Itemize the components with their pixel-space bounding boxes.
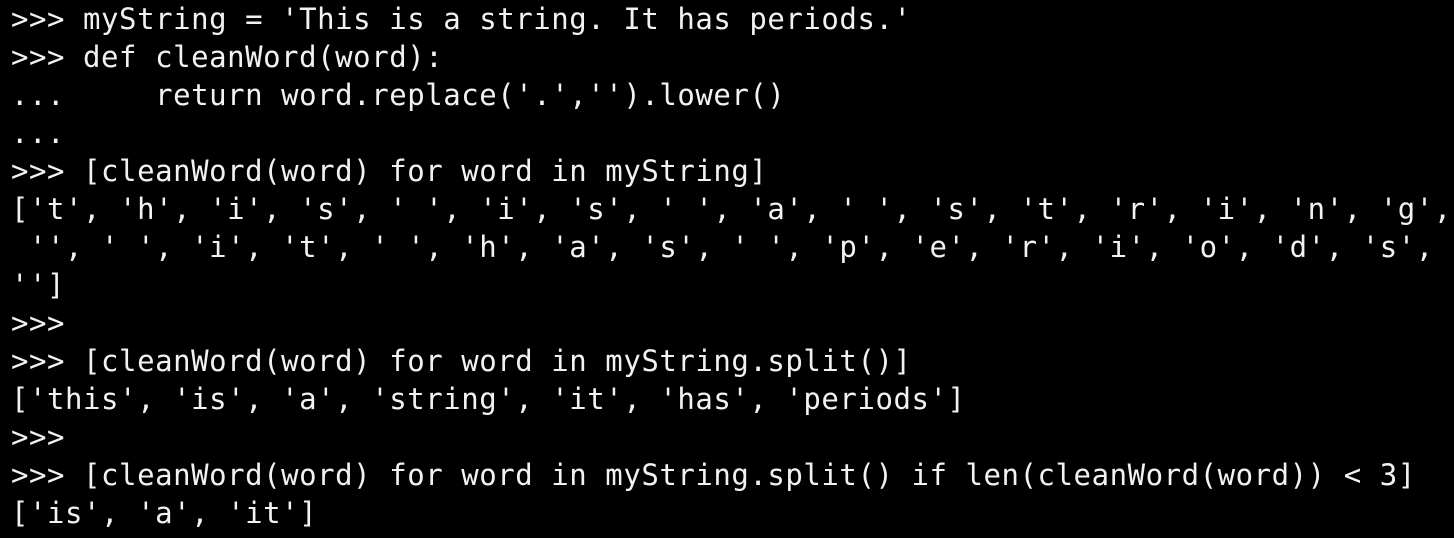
terminal-line: >>> def cleanWord(word):: [11, 40, 444, 74]
terminal-line: >>> myString = 'This is a string. It has…: [11, 2, 912, 36]
terminal-line: >>> [cleanWord(word) for word in myStrin…: [11, 344, 912, 378]
terminal-output-line: '', ' ', 'i', 't', ' ', 'h', 'a', 's', '…: [11, 230, 1434, 264]
terminal-line: ...: [11, 116, 66, 150]
terminal-line: >>>: [11, 420, 66, 454]
terminal-line: >>> [cleanWord(word) for word in myStrin…: [11, 458, 1416, 492]
terminal-line: >>> [cleanWord(word) for word in myStrin…: [11, 154, 768, 188]
terminal-output-line: ['is', 'a', 'it']: [11, 496, 318, 530]
terminal-output-line: '']: [11, 268, 66, 302]
terminal-line: ... return word.replace('.','').lower(): [11, 78, 786, 112]
terminal-output-line: ['this', 'is', 'a', 'string', 'it', 'has…: [11, 382, 966, 416]
terminal-output-line: ['t', 'h', 'i', 's', ' ', 'i', 's', ' ',…: [11, 192, 1452, 226]
terminal-window[interactable]: >>> myString = 'This is a string. It has…: [0, 0, 1454, 538]
terminal-line: >>>: [11, 306, 66, 340]
